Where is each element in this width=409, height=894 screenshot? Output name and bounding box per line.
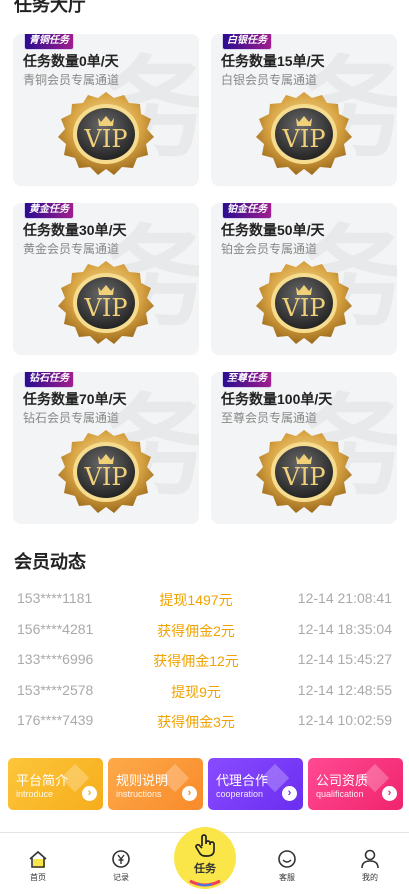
task-card-silver[interactable]: 务 白银任务 任务数量15单/天 白银会员专属通道 VIP [211, 34, 397, 186]
member-news-title: 会员动态 [14, 552, 86, 572]
list-item: 153****2578 提现9元 12-14 12:48:55 [0, 678, 409, 709]
svg-text:VIP: VIP [282, 125, 326, 153]
channel-label: 至尊会员专属通道 [221, 411, 318, 425]
channel-label: 白银会员专属通道 [221, 73, 318, 87]
masked-phone: 156****4281 [17, 620, 94, 637]
svg-text:VIP: VIP [84, 294, 128, 322]
member-news-list: 153****1181 提现1497元 12-14 21:08:41 156**… [0, 586, 409, 739]
hand-tap-icon [195, 834, 215, 857]
activity-text: 提现9元 [171, 683, 221, 700]
list-item: 133****6996 获得佣金12元 12-14 15:45:27 [0, 647, 409, 678]
vip-seal-icon: VIP [58, 92, 154, 175]
tier-badge: 青铜任务 [25, 34, 73, 49]
task-grid: 务 青铜任务 任务数量0单/天 青铜会员专属通道 VIP 务 白银任务 任务数量… [13, 34, 399, 524]
tier-badge: 黄金任务 [25, 203, 73, 218]
smile-face-icon [278, 850, 296, 868]
timestamp: 12-14 15:45:27 [297, 651, 392, 667]
timestamp: 12-14 10:02:59 [297, 712, 392, 728]
task-count: 任务数量100单/天 [221, 391, 333, 407]
page-title: 任务大厅 [14, 0, 86, 15]
arrow-right-icon: › [282, 786, 297, 801]
color-dots-icon [189, 879, 221, 887]
vip-seal-icon: VIP [256, 92, 352, 175]
rules-button[interactable]: 规则说明 instructions › [108, 758, 203, 810]
list-item: 176****7439 获得佣金3元 12-14 10:02:59 [0, 708, 409, 739]
bottom-tab-bar: 首页 记录 任务 客服 我的 [0, 827, 409, 894]
task-card-gold[interactable]: 务 黄金任务 任务数量30单/天 黄金会员专属通道 VIP [13, 203, 199, 355]
task-count: 任务数量0单/天 [23, 53, 119, 69]
task-count: 任务数量30单/天 [23, 222, 127, 238]
tier-badge: 白银任务 [223, 34, 271, 49]
channel-label: 铂金会员专属通道 [221, 242, 318, 256]
channel-label: 黄金会员专属通道 [23, 242, 120, 256]
arrow-right-icon: › [382, 786, 397, 801]
svg-text:VIP: VIP [84, 125, 128, 153]
home-icon [29, 850, 47, 868]
masked-phone: 176****7439 [17, 712, 94, 728]
activity-text: 提现1497元 [159, 592, 233, 608]
channel-label: 青铜会员专属通道 [23, 73, 120, 87]
masked-phone: 153****2578 [17, 681, 94, 698]
svg-text:VIP: VIP [282, 294, 326, 322]
task-card-diamond[interactable]: 务 钻石任务 任务数量70单/天 钻石会员专属通道 VIP [13, 372, 199, 524]
arrow-right-icon: › [82, 786, 97, 801]
svg-text:VIP: VIP [282, 463, 326, 491]
task-card-bronze[interactable]: 务 青铜任务 任务数量0单/天 青铜会员专属通道 VIP [13, 34, 199, 186]
vip-seal-icon: VIP [256, 430, 352, 513]
list-item: 156****4281 获得佣金2元 12-14 18:35:04 [0, 617, 409, 648]
tab-task[interactable]: 任务 [174, 827, 236, 889]
masked-phone: 133****6996 [17, 651, 94, 667]
task-count: 任务数量15单/天 [221, 53, 325, 69]
platform-intro-button[interactable]: 平台简介 introduce › [8, 758, 103, 810]
tab-home[interactable]: 首页 [18, 849, 58, 883]
vip-seal-icon: VIP [58, 430, 154, 513]
task-count: 任务数量70单/天 [23, 391, 127, 407]
tab-records[interactable]: 记录 [101, 849, 141, 883]
tab-profile[interactable]: 我的 [350, 849, 390, 883]
tier-badge: 至尊任务 [223, 372, 271, 387]
task-count: 任务数量50单/天 [221, 222, 325, 238]
tier-badge: 钻石任务 [25, 372, 73, 387]
task-card-supreme[interactable]: 务 至尊任务 任务数量100单/天 至尊会员专属通道 VIP [211, 372, 397, 524]
masked-phone: 153****1181 [17, 590, 93, 606]
vip-seal-icon: VIP [256, 261, 352, 344]
timestamp: 12-14 12:48:55 [297, 681, 392, 698]
channel-label: 钻石会员专属通道 [23, 411, 120, 425]
quick-links: 平台简介 introduce › 规则说明 instructions › 代理合… [8, 758, 403, 810]
activity-text: 获得佣金12元 [153, 653, 239, 669]
task-card-platinum[interactable]: 务 铂金任务 任务数量50单/天 铂金会员专属通道 VIP [211, 203, 397, 355]
activity-text: 获得佣金2元 [157, 622, 235, 639]
user-icon [361, 849, 379, 869]
arrow-right-icon: › [182, 786, 197, 801]
svg-text:VIP: VIP [84, 463, 128, 491]
tier-badge: 铂金任务 [223, 203, 271, 218]
company-qualification-button[interactable]: 公司资质 qualification › [308, 758, 403, 810]
timestamp: 12-14 21:08:41 [297, 590, 392, 606]
agency-cooperation-button[interactable]: 代理合作 cooperation › [208, 758, 303, 810]
vip-seal-icon: VIP [58, 261, 154, 344]
tab-customer-service[interactable]: 客服 [267, 849, 307, 883]
yen-coin-icon [112, 850, 130, 868]
list-item: 153****1181 提现1497元 12-14 21:08:41 [0, 586, 409, 617]
timestamp: 12-14 18:35:04 [297, 620, 392, 637]
activity-text: 获得佣金3元 [157, 714, 235, 730]
